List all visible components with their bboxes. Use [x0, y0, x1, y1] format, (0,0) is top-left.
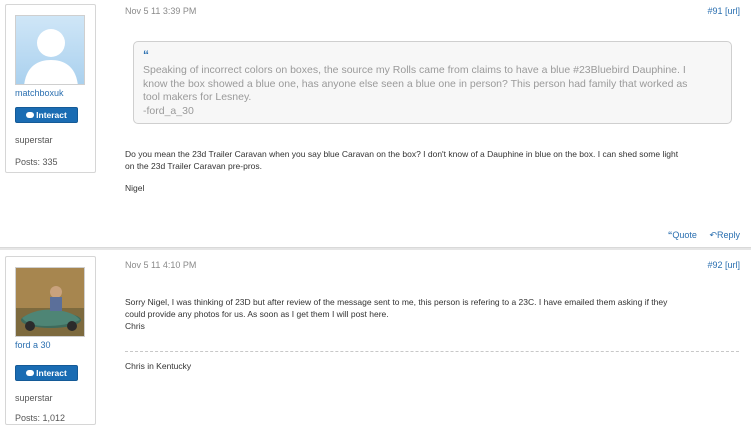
signature-divider	[125, 351, 739, 352]
quote-button[interactable]: “Quote	[668, 230, 697, 240]
default-avatar-icon	[16, 16, 84, 84]
forum-post: ford a 30 Interact superstar Posts: 1,01…	[0, 250, 751, 430]
quote-text: Speaking of incorrect colors on boxes, t…	[143, 64, 722, 118]
user-post-count: Posts: 335	[15, 157, 58, 167]
user-photo-avatar-icon	[16, 268, 84, 336]
quote-line: Speaking of incorrect colors on boxes, t…	[143, 64, 686, 76]
post-date: Nov 5 11 3:39 PM	[125, 6, 197, 16]
avatar[interactable]	[15, 15, 85, 85]
url-link[interactable]: [url]	[725, 6, 740, 16]
post-body-line: Sorry Nigel, I was thinking of 23D but a…	[125, 297, 668, 307]
user-card: matchboxuk Interact superstar Posts: 335	[5, 4, 96, 173]
reply-icon: ↶	[709, 230, 717, 240]
chat-icon	[26, 111, 35, 118]
quote-line: tool makers for Lesney.	[143, 91, 252, 103]
post-body-line: could provide any photos for us. As soon…	[125, 309, 389, 319]
chat-icon	[26, 369, 35, 376]
quote-label: Quote	[672, 230, 697, 240]
post-number-link[interactable]: #92	[707, 260, 722, 270]
post-body-line: Do you mean the 23d Trailer Caravan when…	[125, 149, 679, 159]
user-role: superstar	[15, 393, 53, 403]
url-link[interactable]: [url]	[725, 260, 740, 270]
interact-button[interactable]: Interact	[15, 107, 78, 123]
post-permalink: #92 [url]	[707, 260, 740, 270]
reply-label: Reply	[716, 230, 740, 240]
post-number-link[interactable]: #91	[707, 6, 722, 16]
avatar[interactable]	[15, 267, 85, 337]
post-actions: “Quote ↶Reply	[658, 230, 740, 241]
quote-mark-icon: “	[143, 48, 149, 62]
interact-button[interactable]: Interact	[15, 365, 78, 381]
post-signature: Chris in Kentucky	[125, 361, 192, 371]
forum-post: matchboxuk Interact superstar Posts: 335…	[0, 0, 751, 250]
post-body-sign: Nigel	[125, 183, 145, 193]
post-permalink: #91 [url]	[707, 6, 740, 16]
username[interactable]: matchboxuk	[15, 88, 64, 98]
username[interactable]: ford a 30	[15, 340, 51, 350]
reply-button[interactable]: ↶Reply	[709, 230, 740, 240]
quote-line: -ford_a_30	[143, 104, 194, 117]
interact-label: Interact	[36, 368, 67, 378]
user-role: superstar	[15, 135, 53, 145]
user-card: ford a 30 Interact superstar Posts: 1,01…	[5, 256, 96, 425]
quote-line: know the box showed a blue one, has anyo…	[143, 77, 688, 90]
post-body-line: on the 23d Trailer Caravan pre-pros.	[125, 161, 263, 171]
post-body: Sorry Nigel, I was thinking of 23D but a…	[125, 296, 739, 332]
quote-block: “ Speaking of incorrect colors on boxes,…	[133, 41, 732, 124]
post-date: Nov 5 11 4:10 PM	[125, 260, 197, 270]
user-post-count: Posts: 1,012	[15, 413, 66, 423]
post-body-line: Chris	[125, 321, 145, 331]
post-body: Do you mean the 23d Trailer Caravan when…	[125, 148, 739, 172]
interact-label: Interact	[36, 110, 67, 120]
